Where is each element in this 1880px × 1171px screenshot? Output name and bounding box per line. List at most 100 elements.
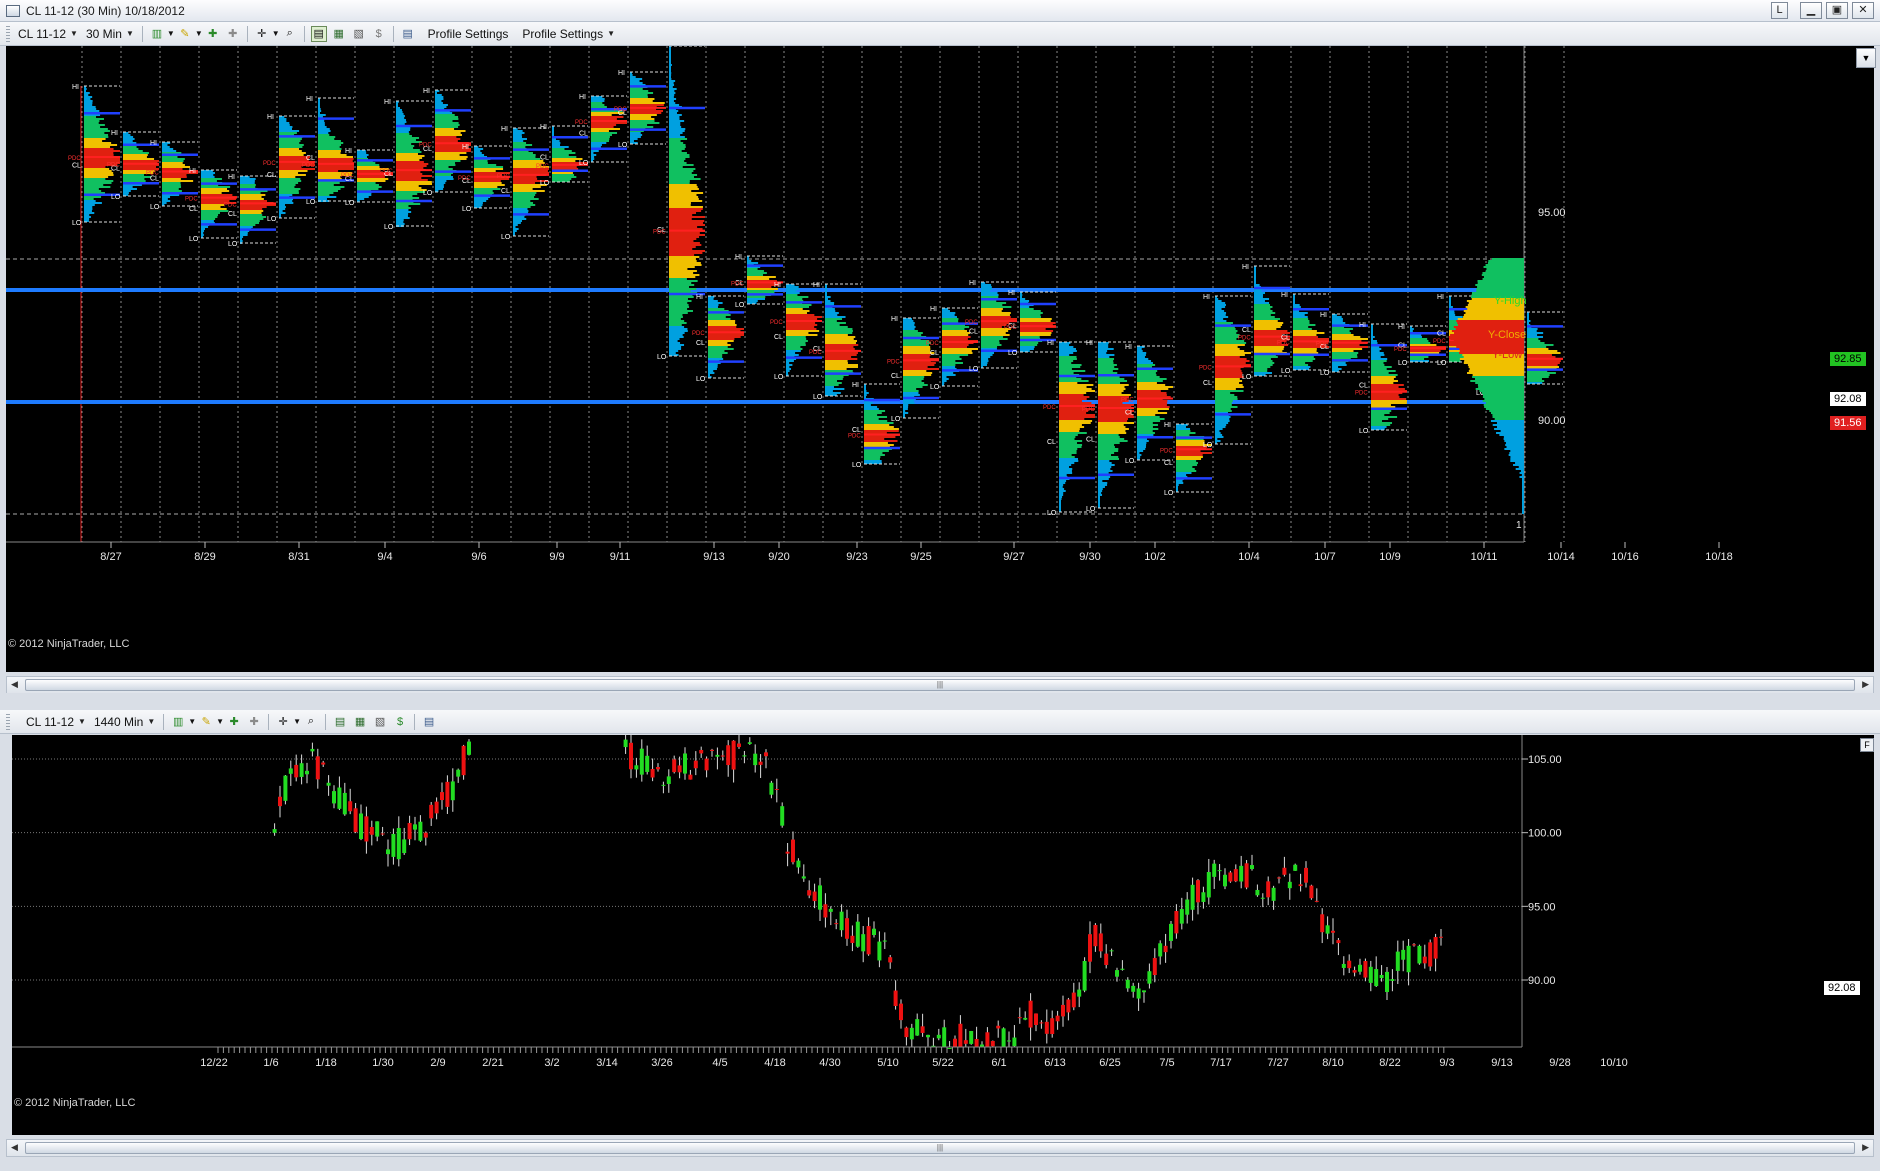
chart-trader-icon[interactable]: ▧ [351, 26, 367, 42]
tpo-row [1020, 312, 1043, 314]
panel-splitter[interactable] [0, 693, 1880, 709]
tpo-row [123, 140, 133, 142]
composite-row [1477, 282, 1524, 284]
scroll-left-icon[interactable]: ◀ [11, 1142, 18, 1153]
composite-row [1522, 492, 1524, 494]
tpo-row [318, 126, 327, 128]
tpo-row [1254, 372, 1272, 374]
last-price-tag: 92.08 [1824, 981, 1860, 995]
tpo-row [318, 184, 334, 186]
tpo-row [669, 278, 687, 280]
date-label: 9/13 [703, 551, 724, 563]
crosshair-icon[interactable]: ✛ [254, 26, 270, 42]
tpo-row [162, 148, 174, 150]
panel-dropdown-icon[interactable]: ▼ [1856, 48, 1876, 68]
candle-body [396, 828, 401, 860]
crosshair-icon[interactable]: ✛ [275, 714, 291, 730]
instrument-selector[interactable]: CL 11-12 ▼ [14, 24, 82, 44]
candle-body [315, 756, 320, 780]
f-button[interactable]: F [1860, 738, 1874, 752]
properties-icon[interactable]: ▦ [331, 26, 347, 42]
top-chart-scrollbar[interactable]: ◀ ||| ▶ [6, 676, 1874, 694]
tpo-row [942, 378, 949, 380]
tpo-row [1293, 350, 1317, 352]
profile-icon[interactable]: ▤ [400, 26, 416, 42]
pdc-label: PDC [1277, 340, 1290, 346]
instrument-selector[interactable]: CL 11-12 ▼ [22, 712, 90, 732]
tpo-row [786, 294, 798, 296]
tpo-row [396, 137, 420, 139]
data-box-icon[interactable]: ▤ [310, 25, 327, 42]
cl-label: CL [1359, 383, 1368, 390]
hi-label: HI [1086, 340, 1093, 347]
tpo-row [513, 154, 536, 156]
strategy-icon[interactable]: ✚ [225, 26, 241, 42]
tpo-row [1098, 426, 1126, 428]
tpo-row [84, 200, 96, 202]
tpo-row [942, 376, 947, 378]
pencil-icon[interactable]: ✎ [177, 26, 193, 42]
link-button[interactable]: L [1771, 2, 1788, 19]
tpo-row [201, 218, 216, 220]
tpo-row [1098, 354, 1115, 356]
daily-candlestick-chart[interactable]: 105.00 100.00 95.00 90.00 12/22 1/6 1/18 1/30 2/… [12, 735, 1874, 1135]
scroll-thumb[interactable]: ||| [25, 679, 1855, 691]
tpo-row [981, 346, 998, 348]
tpo-row [513, 132, 525, 134]
scroll-left-icon[interactable]: ◀ [11, 679, 18, 690]
maximize-icon[interactable]: ▣ [1826, 2, 1848, 19]
candle-body [1395, 951, 1400, 971]
profile-settings-menu-2[interactable]: Profile Settings ▼ [518, 24, 619, 44]
tpo-row [201, 230, 205, 232]
tpo-row [552, 152, 576, 154]
composite-row [1494, 428, 1524, 430]
tpo-row [318, 156, 354, 158]
chart-trader-icon[interactable]: ▧ [372, 714, 388, 730]
pdc-label: PDC [497, 174, 510, 180]
interval-selector[interactable]: 1440 Min ▼ [90, 712, 159, 732]
tpo-row [591, 136, 610, 138]
minimize-icon[interactable]: ▁ [1800, 2, 1822, 19]
tpo-row [825, 322, 846, 324]
tpo-row [981, 336, 1004, 338]
indicator-icon[interactable]: ✚ [226, 714, 242, 730]
bar-type-icon[interactable]: ▥ [170, 714, 186, 730]
tpo-row [1059, 464, 1072, 466]
dollar-icon[interactable]: $ [392, 714, 408, 730]
tpo-row [708, 308, 725, 310]
candle-body [996, 1025, 1001, 1029]
market-profile-chart[interactable]: HI LO CL PDC HI LO CL PDC HI LO CL PDC HI LO CL PDC HI LO… [6, 46, 1874, 672]
bottom-chart-scrollbar[interactable]: ◀ ||| ▶ [6, 1139, 1874, 1157]
profile-settings-menu-1[interactable]: Profile Settings [424, 24, 513, 44]
hi-label: HI [852, 382, 859, 389]
interval-selector[interactable]: 30 Min ▼ [82, 24, 138, 44]
tpo-row [669, 194, 697, 196]
tpo-row [396, 117, 405, 119]
candle-body [936, 1034, 941, 1039]
zoom-icon[interactable]: ⌕ [282, 26, 298, 42]
profile-icon[interactable]: ▤ [421, 714, 437, 730]
tpo-row [1293, 296, 1295, 298]
scroll-right-icon[interactable]: ▶ [1862, 679, 1869, 690]
tpo-row [123, 166, 157, 168]
bar-type-icon[interactable]: ▥ [149, 26, 165, 42]
tpo-row [825, 354, 857, 356]
tpo-row [435, 114, 455, 116]
scroll-right-icon[interactable]: ▶ [1862, 1142, 1869, 1153]
indicator-icon[interactable]: ✚ [205, 26, 221, 42]
properties-icon[interactable]: ▦ [352, 714, 368, 730]
zoom-icon[interactable]: ⌕ [303, 714, 319, 730]
strategy-icon[interactable]: ✚ [246, 714, 262, 730]
data-box-icon[interactable]: ▤ [332, 714, 348, 730]
tpo-row [1137, 408, 1169, 410]
tpo-row [396, 139, 416, 141]
scroll-thumb[interactable]: ||| [25, 1142, 1855, 1154]
tpo-row [435, 176, 453, 178]
dollar-icon[interactable]: $ [371, 26, 387, 42]
tpo-row [747, 260, 752, 262]
tpo-row [669, 190, 692, 192]
close-icon[interactable]: ✕ [1852, 2, 1874, 19]
tpo-row [318, 140, 341, 142]
tpo-row [669, 284, 695, 286]
pencil-icon[interactable]: ✎ [198, 714, 214, 730]
